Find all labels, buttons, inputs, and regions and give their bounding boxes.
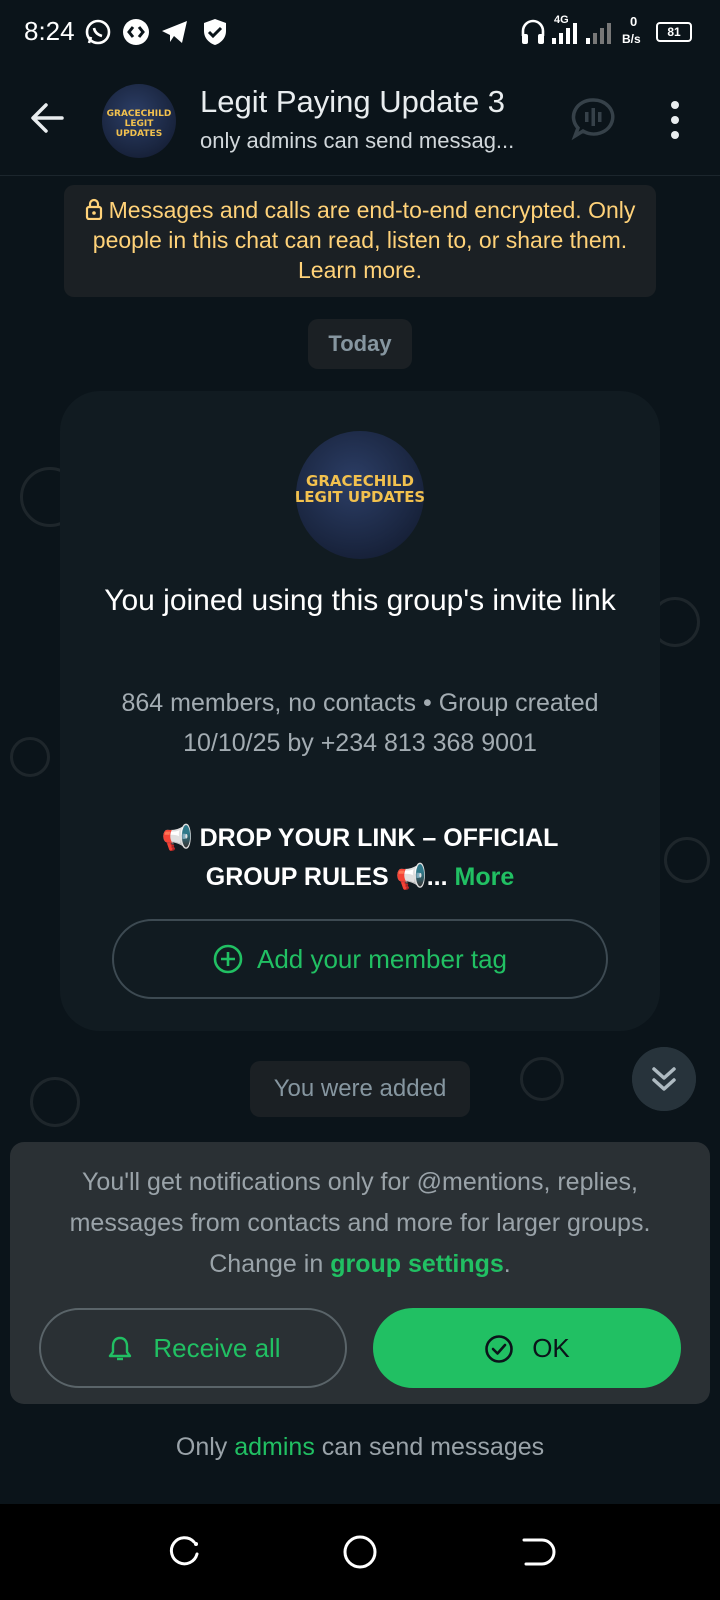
check-circle-icon bbox=[485, 1335, 514, 1363]
group-description-preview: 📢 DROP YOUR LINK – OFFICIAL GROUP RULES … bbox=[120, 819, 600, 897]
group-card-meta: 864 members, no contacts • Group created… bbox=[121, 689, 599, 757]
net-speed-unit: B/s bbox=[622, 32, 641, 46]
footer-suffix: can send messages bbox=[314, 1433, 545, 1461]
home-icon[interactable] bbox=[340, 1532, 380, 1572]
wallpaper-doodle bbox=[520, 1057, 564, 1101]
group-info-card: GRACECHILD LEGIT UPDATES You joined usin… bbox=[60, 391, 660, 1031]
encryption-notice[interactable]: Messages and calls are end-to-end encryp… bbox=[64, 185, 656, 297]
group-title[interactable]: Legit Paying Update 3 bbox=[200, 84, 505, 120]
group-card-avatar[interactable]: GRACECHILD LEGIT UPDATES bbox=[296, 431, 424, 559]
system-navigation-bar bbox=[0, 1504, 720, 1600]
shield-check-icon bbox=[204, 19, 226, 45]
more-link[interactable]: More bbox=[455, 863, 515, 891]
receive-all-label: Receive all bbox=[153, 1333, 281, 1363]
group-avatar-logo: GRACECHILD LEGIT UPDATES bbox=[106, 109, 172, 139]
ok-button[interactable]: OK bbox=[373, 1308, 681, 1388]
group-card-title: You joined using this group's invite lin… bbox=[104, 584, 616, 617]
status-bar: 8:24 4G 0 B/s 81 bbox=[0, 0, 720, 64]
lock-icon bbox=[85, 198, 102, 220]
receive-all-button[interactable]: Receive all bbox=[39, 1308, 347, 1388]
back-nav-icon[interactable] bbox=[516, 1532, 556, 1572]
admins-only-footer: Only admins can send messages bbox=[0, 1408, 720, 1504]
net-speed-value: 0 bbox=[630, 14, 638, 29]
signal-strength-icon bbox=[552, 23, 577, 44]
notification-info-period: . bbox=[503, 1250, 511, 1278]
notification-settings-panel: You'll get notifications only for @menti… bbox=[10, 1142, 710, 1404]
more-options-icon[interactable] bbox=[660, 98, 690, 142]
add-member-tag-label: Add your member tag bbox=[256, 944, 507, 974]
add-member-tag-button[interactable]: Add your member tag bbox=[112, 919, 608, 999]
plus-circle-icon bbox=[213, 944, 243, 974]
date-separator: Today bbox=[308, 319, 412, 369]
ok-label: OK bbox=[532, 1333, 570, 1363]
telegram-notification-icon bbox=[162, 21, 187, 43]
footer-prefix: Only bbox=[175, 1433, 235, 1461]
notification-info: You'll get notifications only for @menti… bbox=[34, 1162, 686, 1285]
encryption-notice-text: Messages and calls are end-to-end encryp… bbox=[92, 197, 636, 283]
scroll-to-bottom-button[interactable] bbox=[632, 1047, 696, 1111]
wallpaper-doodle bbox=[30, 1077, 80, 1127]
group-subtitle[interactable]: only admins can send messag... bbox=[200, 128, 540, 154]
shazam-notification-icon bbox=[123, 19, 149, 45]
recent-apps-icon[interactable] bbox=[164, 1532, 204, 1572]
wallpaper-doodle bbox=[664, 837, 710, 883]
group-card-avatar-logo: GRACECHILD LEGIT UPDATES bbox=[296, 472, 424, 506]
admins-link[interactable]: admins bbox=[234, 1433, 315, 1461]
group-settings-link[interactable]: group settings bbox=[330, 1250, 504, 1278]
back-arrow-icon[interactable] bbox=[26, 96, 70, 140]
system-message: You were added bbox=[250, 1061, 470, 1117]
group-avatar[interactable]: GRACECHILD LEGIT UPDATES bbox=[102, 84, 176, 158]
battery-level: 81 bbox=[667, 25, 681, 39]
bell-icon bbox=[109, 1336, 132, 1361]
signal-strength-2-icon bbox=[586, 23, 611, 44]
whatsapp-notification-icon bbox=[85, 19, 111, 45]
headphones-icon bbox=[521, 19, 545, 44]
voice-chat-icon[interactable] bbox=[570, 96, 616, 142]
chat-header: GRACECHILD LEGIT UPDATES Legit Paying Up… bbox=[0, 64, 720, 176]
wallpaper-doodle bbox=[10, 737, 50, 777]
battery-icon: 81 bbox=[656, 22, 692, 42]
status-time: 8:24 bbox=[24, 16, 75, 46]
